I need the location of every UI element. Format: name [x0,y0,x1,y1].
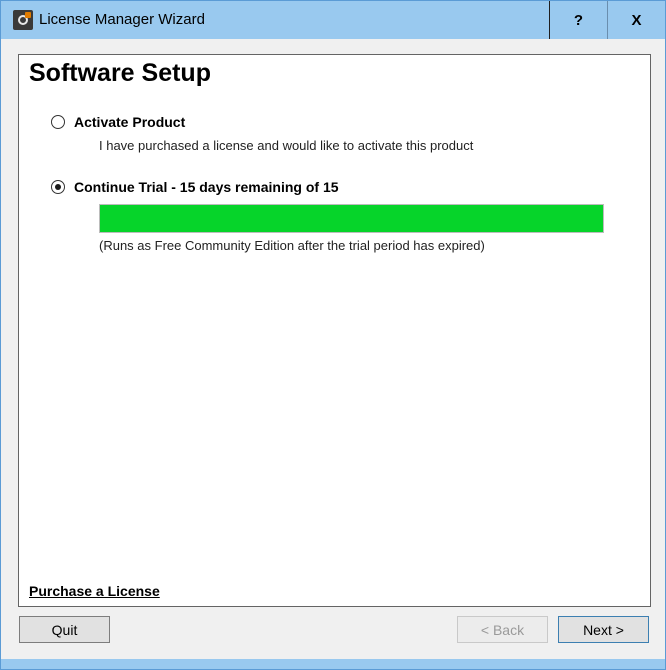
continue-trial-radio[interactable] [51,180,65,194]
activate-product-description: I have purchased a license and would lik… [99,138,474,153]
license-wizard-window: License Manager Wizard ? X Software Setu… [0,0,666,670]
activate-product-radio[interactable] [51,115,65,129]
window-bottom-border [1,659,665,669]
page-title: Software Setup [29,59,211,87]
purchase-license-link[interactable]: Purchase a License [29,583,160,599]
help-button[interactable]: ? [549,1,607,39]
title-bar[interactable]: License Manager Wizard ? X [1,1,665,39]
activate-product-label[interactable]: Activate Product [74,114,185,130]
close-button[interactable]: X [607,1,665,39]
app-icon [13,10,33,30]
trial-progress-fill [100,205,603,232]
next-button[interactable]: Next > [558,616,649,643]
activate-product-option[interactable]: Activate Product [51,114,185,130]
quit-button[interactable]: Quit [19,616,110,643]
trial-note: (Runs as Free Community Edition after th… [99,238,485,253]
back-button[interactable]: < Back [457,616,548,643]
window-title: License Manager Wizard [39,11,205,28]
continue-trial-option[interactable]: Continue Trial - 15 days remaining of 15 [51,179,339,195]
trial-progress-bar [99,204,604,233]
setup-panel: Software Setup Activate Product I have p… [18,54,651,607]
continue-trial-label[interactable]: Continue Trial - 15 days remaining of 15 [74,179,339,195]
